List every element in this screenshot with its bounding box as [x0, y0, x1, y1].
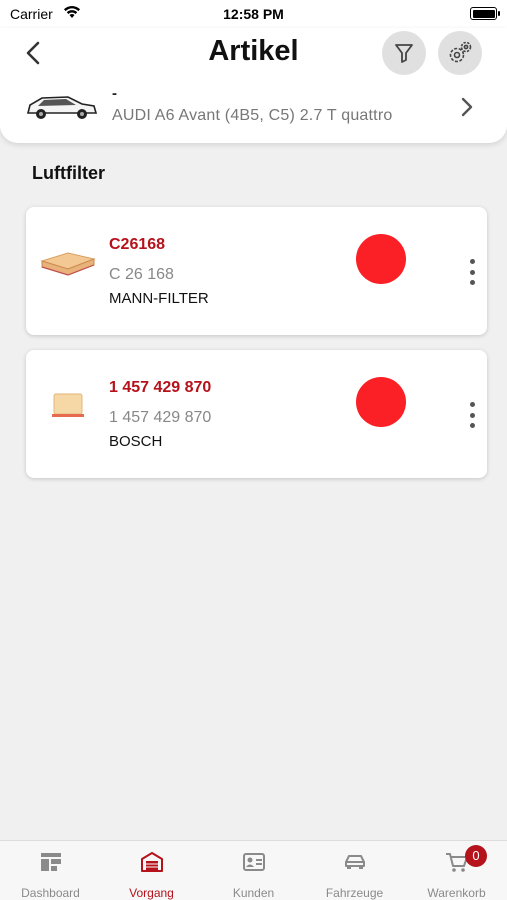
car-image [26, 96, 98, 119]
air-filter-image [52, 393, 84, 417]
header: Artikel - AUDI A6 Avant (4B5, C5) 2.7 T … [0, 28, 507, 143]
tab-label: Vorgang [129, 886, 174, 900]
page-title: Artikel [208, 35, 299, 67]
vehicle-name: AUDI A6 Avant (4B5, C5) 2.7 T quattro [112, 107, 393, 124]
chevron-right-icon [461, 97, 473, 117]
tab-label: Fahrzeuge [325, 886, 384, 900]
dashboard-icon [40, 853, 61, 871]
tab-label: Dashboard [21, 886, 80, 900]
filter-icon [395, 44, 413, 63]
contact-card-icon [242, 853, 265, 871]
settings-button[interactable] [438, 31, 482, 75]
article-card[interactable]: 1 457 429 870 1 457 429 870 BOSCH [26, 350, 487, 478]
filter-button[interactable] [382, 31, 426, 75]
vehicle-label: - [112, 85, 117, 102]
article-number: 1 457 429 870 [109, 379, 212, 396]
article-subnumber: 1 457 429 870 [109, 409, 212, 426]
clock: 12:58 PM [223, 6, 284, 22]
tab-bar: Dashboard Vorgang Kunden Fahrzeuge 0 War… [0, 840, 507, 900]
article-brand: MANN-FILTER [109, 290, 209, 307]
car-icon [344, 855, 365, 869]
article-brand: BOSCH [109, 433, 163, 450]
battery-icon [470, 7, 500, 20]
air-filter-image [40, 252, 96, 276]
gear-icon [449, 41, 472, 63]
tab-label: Kunden [232, 886, 275, 900]
article-subnumber: C 26 168 [109, 266, 174, 283]
tab-fahrzeuge[interactable]: Fahrzeuge [304, 841, 405, 900]
tab-vorgang[interactable]: Vorgang [101, 841, 202, 900]
article-number: C26168 [109, 236, 166, 253]
status-bar: Carrier 12:58 PM [0, 0, 507, 28]
more-options-button[interactable] [466, 259, 478, 285]
tab-label: Warenkorb [427, 886, 486, 900]
section-title: Luftfilter [32, 163, 105, 183]
vehicle-selector[interactable]: - AUDI A6 Avant (4B5, C5) 2.7 T quattro [0, 85, 507, 137]
tab-warenkorb[interactable]: 0 Warenkorb [406, 841, 507, 900]
tab-dashboard[interactable]: Dashboard [0, 841, 101, 900]
tab-kunden[interactable]: Kunden [203, 841, 304, 900]
more-options-button[interactable] [466, 402, 478, 428]
garage-icon [140, 852, 163, 872]
availability-indicator [356, 234, 406, 284]
cart-badge: 0 [465, 845, 487, 867]
availability-indicator [356, 377, 406, 427]
article-card[interactable]: C26168 C 26 168 MANN-FILTER [26, 207, 487, 335]
